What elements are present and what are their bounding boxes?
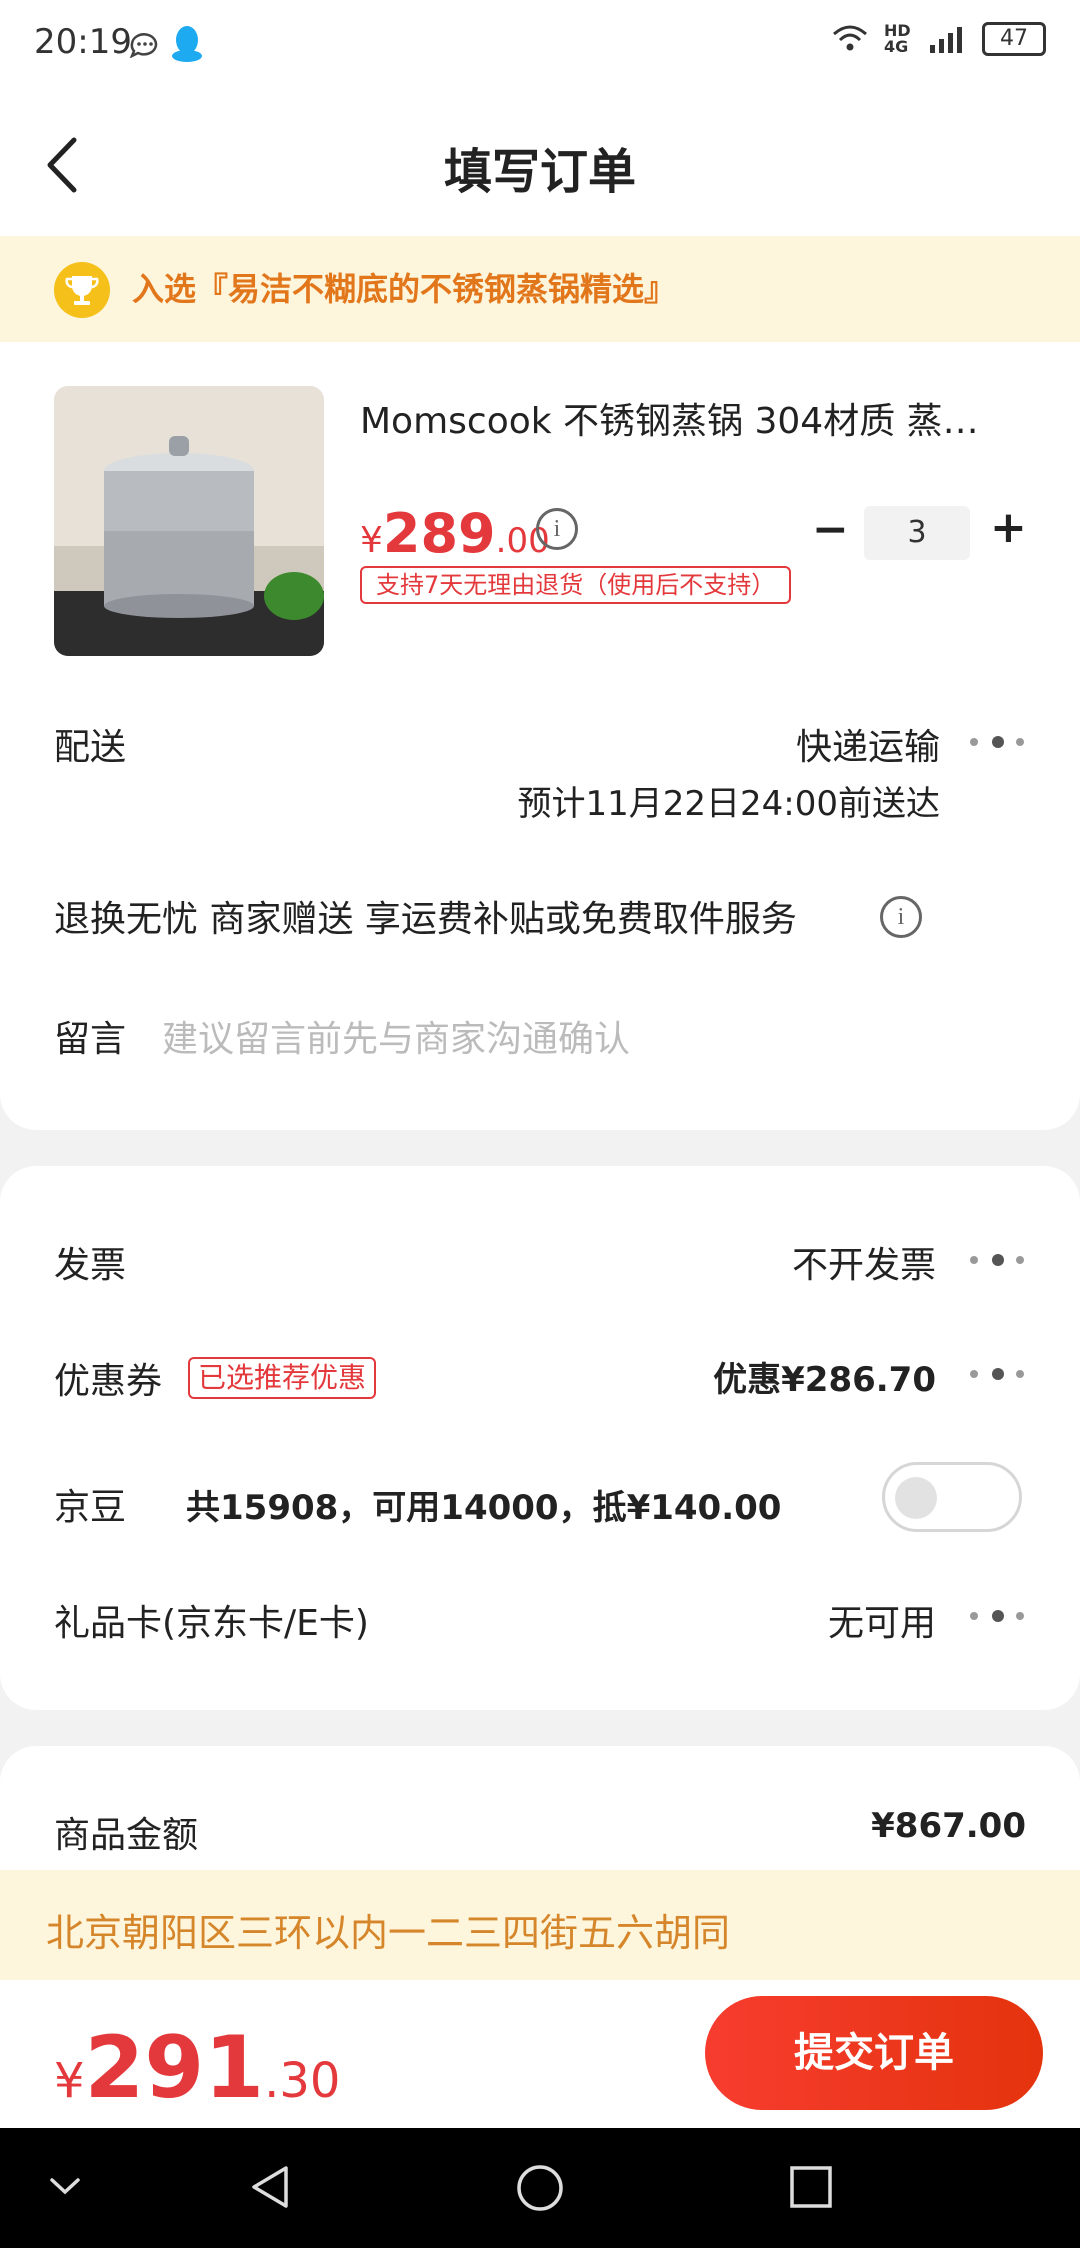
service-info-icon[interactable]: i <box>880 896 922 938</box>
invoice-value[interactable]: 不开发票 <box>792 1236 936 1288</box>
jingdou-toggle[interactable] <box>882 1462 1022 1532</box>
system-navigation-bar <box>0 2128 1080 2248</box>
gift-card-label: 礼品卡(京东卡/E卡) <box>54 1603 369 1644</box>
checkout-bar: ¥291.30 提交订单 <box>0 1980 1080 2128</box>
order-item-card: Momscook 不锈钢蒸锅 304材质 蒸… ¥289.00 i − 3 + … <box>0 342 1080 1130</box>
goods-amount-label: 商品金额 <box>54 1815 199 1856</box>
page-title: 填写订单 <box>443 144 636 200</box>
ranking-banner[interactable]: 入选『易洁不糊底的不锈钢蒸锅精选』 <box>0 236 1080 342</box>
jingdou-detail: 共15908，可用14000，抵¥140.00 <box>186 1488 782 1528</box>
navigation-bar: 填写订单 <box>0 88 1080 236</box>
coupon-tag: 已选推荐优惠 <box>188 1357 377 1399</box>
message-input[interactable]: 建议留言前先与商家沟通确认 <box>162 1010 630 1062</box>
total-currency: ¥ <box>54 2053 85 2109</box>
total-price: ¥291.30 <box>54 2018 340 2118</box>
nav-recents-icon[interactable] <box>788 2164 834 2210</box>
jingdou-label: 京豆 <box>54 1487 127 1528</box>
trophy-icon <box>54 262 110 318</box>
payment-options-card: 发票 不开发票 优惠券 已选推荐优惠 优惠¥286.70 京豆 共15908，可… <box>0 1166 1080 1710</box>
return-policy-tag: 支持7天无理由退货（使用后不支持） <box>360 566 792 604</box>
total-integer: 291 <box>84 2018 265 2118</box>
toggle-knob <box>895 1477 937 1519</box>
goods-amount-value: ¥867.00 <box>871 1806 1026 1846</box>
battery-indicator: 47 <box>982 22 1046 56</box>
invoice-label: 发票 <box>54 1245 127 1286</box>
address-bar[interactable]: 北京朝阳区三环以内一二三四街五六胡同 <box>0 1870 1080 1980</box>
price-info-icon[interactable]: i <box>536 508 578 550</box>
banner-text: 入选『易洁不糊底的不锈钢蒸锅精选』 <box>132 270 677 308</box>
delivery-label: 配送 <box>54 727 127 768</box>
submit-order-button[interactable]: 提交订单 <box>705 1996 1043 2110</box>
coupon-more-icon[interactable] <box>970 1364 1030 1384</box>
coupon-value[interactable]: 优惠¥286.70 <box>713 1352 936 1401</box>
network-label: HD 4G <box>884 21 911 56</box>
signal-icon <box>930 27 962 53</box>
quantity-input[interactable]: 3 <box>864 506 970 560</box>
quantity-increase-button[interactable]: + <box>990 502 1027 553</box>
product-price: ¥289.00 <box>360 502 550 565</box>
status-time: 20:19 <box>34 22 132 62</box>
price-integer: 289 <box>382 502 496 565</box>
message-label: 留言 <box>54 1019 127 1060</box>
delivery-method[interactable]: 快递运输 <box>796 718 940 770</box>
invoice-more-icon[interactable] <box>970 1250 1030 1270</box>
gift-card-value[interactable]: 无可用 <box>828 1594 936 1646</box>
nav-home-icon[interactable] <box>514 2162 566 2214</box>
qq-icon <box>172 26 202 62</box>
wifi-icon <box>833 25 867 51</box>
product-title[interactable]: Momscook 不锈钢蒸锅 304材质 蒸… <box>360 392 1000 444</box>
delivery-more-icon[interactable] <box>970 732 1030 752</box>
message-icon <box>129 33 158 58</box>
address-text: 北京朝阳区三环以内一二三四街五六胡同 <box>46 1911 731 1955</box>
service-text: 退换无忧 商家赠送 享运费补贴或免费取件服务 <box>54 899 797 940</box>
price-currency: ¥ <box>360 520 383 561</box>
quantity-decrease-button[interactable]: − <box>812 504 849 555</box>
chevron-down-icon[interactable] <box>48 2172 82 2202</box>
status-bar: 20:19 HD 4G 47 <box>0 0 1080 88</box>
nav-back-icon[interactable] <box>248 2162 292 2212</box>
total-decimal: .30 <box>264 2053 341 2109</box>
status-indicators: HD 4G 47 <box>830 22 1046 56</box>
delivery-eta: 预计11月22日24:00前送达 <box>517 784 940 824</box>
gift-card-more-icon[interactable] <box>970 1606 1030 1626</box>
product-image[interactable] <box>54 386 324 656</box>
coupon-label: 优惠券 <box>54 1361 163 1402</box>
